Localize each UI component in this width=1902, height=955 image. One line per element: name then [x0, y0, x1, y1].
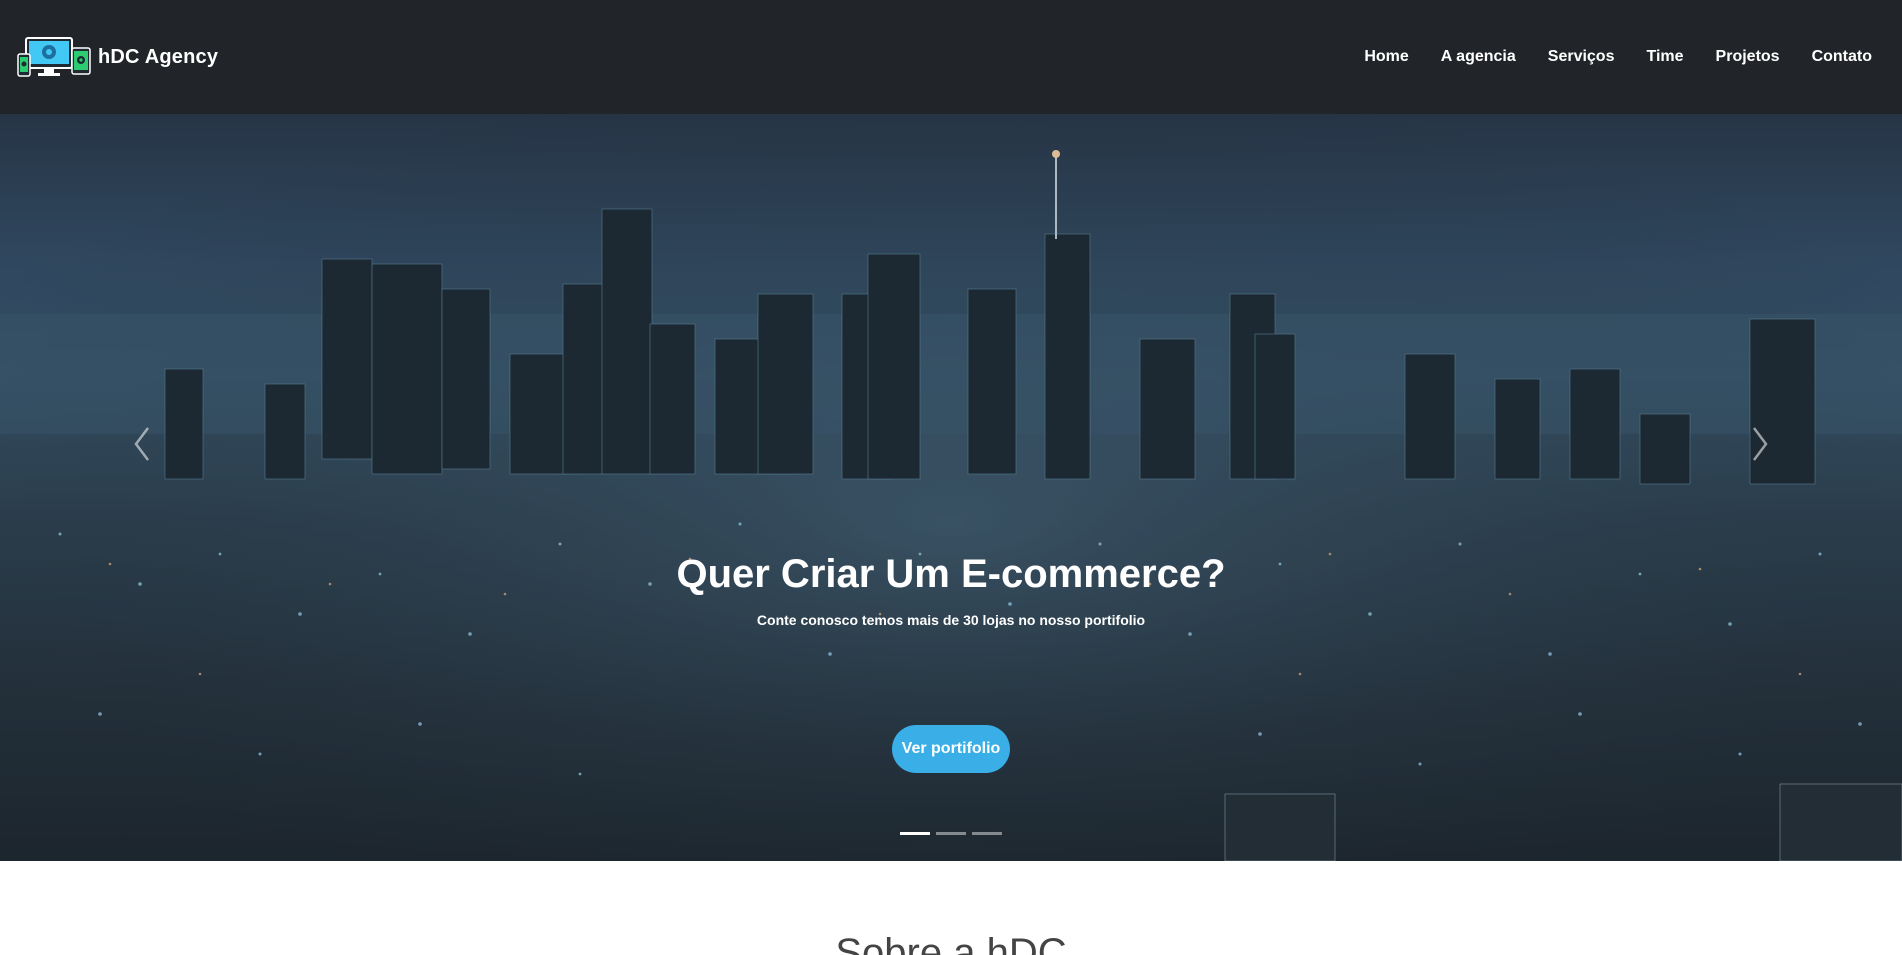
nav-links: Home A agencia Serviços Time Projetos Co… [1364, 48, 1872, 66]
carousel-prev-button[interactable] [112, 404, 172, 484]
chevron-left-icon [134, 427, 149, 461]
devices-logo-icon [17, 37, 91, 77]
carousel-indicator-2[interactable] [936, 832, 966, 835]
nav-link-servicos[interactable]: Serviços [1548, 48, 1615, 66]
hero-subtitle: Conte conosco temos mais de 30 lojas no … [756, 612, 1146, 628]
hero-title: Quer Criar Um E-commerce? [676, 552, 1226, 596]
hero-carousel: Quer Criar Um E-commerce? Conte conosco … [0, 114, 1902, 861]
carousel-indicators [0, 832, 1902, 835]
nav-link-home[interactable]: Home [1364, 48, 1408, 66]
nav-link-contato[interactable]: Contato [1812, 48, 1872, 66]
brand-name: hDC Agency [98, 45, 219, 68]
carousel-indicator-1[interactable] [900, 832, 930, 835]
nav-link-projetos[interactable]: Projetos [1716, 48, 1780, 66]
nav-link-agencia[interactable]: A agencia [1441, 48, 1516, 66]
view-portfolio-button[interactable]: Ver portifolio [892, 725, 1010, 773]
carousel-indicator-3[interactable] [972, 832, 1002, 835]
about-title: Sobre a hDC [835, 931, 1067, 955]
carousel-next-button[interactable] [1730, 404, 1790, 484]
hero-caption: Quer Criar Um E-commerce? Conte conosco … [0, 550, 1902, 628]
navbar: hDC Agency Home A agencia Serviços Time … [0, 0, 1902, 114]
brand[interactable]: hDC Agency [16, 36, 218, 78]
chevron-right-icon [1753, 427, 1768, 461]
nav-link-time[interactable]: Time [1646, 48, 1683, 66]
about-section: Sobre a hDC [0, 861, 1902, 955]
